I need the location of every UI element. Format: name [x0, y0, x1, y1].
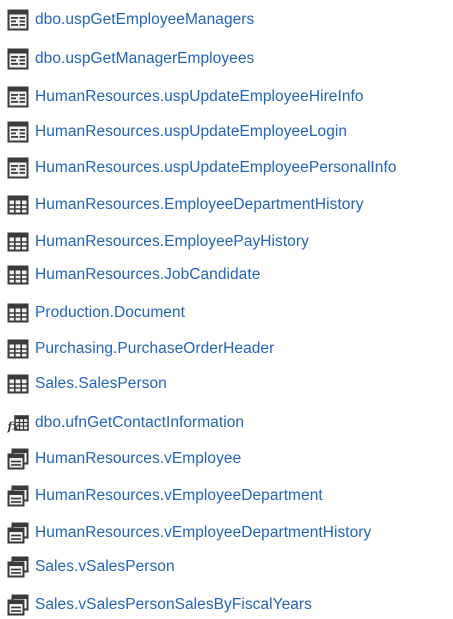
view-icon: [7, 594, 29, 616]
object-link[interactable]: HumanResources.vEmployee: [35, 450, 241, 468]
table-icon: [7, 373, 29, 395]
object-link[interactable]: HumanResources.vEmployeeDepartmentHistor…: [35, 524, 371, 542]
list-item-uspUpdateEmployeePersonalInfo[interactable]: HumanResources.uspUpdateEmployeePersonal…: [7, 156, 397, 180]
stored-procedure-icon: [7, 9, 29, 31]
object-link[interactable]: dbo.uspGetManagerEmployees: [35, 50, 254, 68]
object-link[interactable]: HumanResources.EmployeeDepartmentHistory: [35, 196, 364, 214]
table-icon: [7, 231, 29, 253]
view-icon: [7, 556, 29, 578]
view-icon: [7, 448, 29, 470]
list-item-vSalesPerson[interactable]: Sales.vSalesPerson: [7, 555, 175, 579]
stored-procedure-icon: [7, 121, 29, 143]
list-item-vEmployeeDepartmentHistory[interactable]: HumanResources.vEmployeeDepartmentHistor…: [7, 521, 371, 545]
object-link[interactable]: HumanResources.uspUpdateEmployeePersonal…: [35, 159, 397, 177]
list-item-vEmployeeDepartment[interactable]: HumanResources.vEmployeeDepartment: [7, 484, 323, 508]
dependency-list: dbo.uspGetEmployeeManagers dbo.uspGetMan…: [0, 0, 453, 619]
list-item-uspGetManagerEmployees[interactable]: dbo.uspGetManagerEmployees: [7, 47, 254, 71]
svg-text:fx: fx: [7, 420, 19, 433]
table-icon: [7, 194, 29, 216]
list-item-uspUpdateEmployeeHireInfo[interactable]: HumanResources.uspUpdateEmployeeHireInfo: [7, 85, 364, 109]
list-item-JobCandidate[interactable]: HumanResources.JobCandidate: [7, 263, 260, 287]
object-link[interactable]: Purchasing.PurchaseOrderHeader: [35, 340, 274, 358]
object-link[interactable]: HumanResources.JobCandidate: [35, 266, 260, 284]
object-link[interactable]: dbo.ufnGetContactInformation: [35, 414, 244, 432]
list-item-EmployeePayHistory[interactable]: HumanResources.EmployeePayHistory: [7, 230, 309, 254]
table-icon: [7, 338, 29, 360]
object-link[interactable]: Production.Document: [35, 304, 185, 322]
list-item-ufnGetContactInformation[interactable]: fx dbo.ufnGetContactInformation: [7, 411, 244, 435]
list-item-vSalesPersonSalesByFiscalYears[interactable]: Sales.vSalesPersonSalesByFiscalYears: [7, 593, 312, 617]
table-icon: [7, 264, 29, 286]
list-item-uspUpdateEmployeeLogin[interactable]: HumanResources.uspUpdateEmployeeLogin: [7, 120, 347, 144]
object-link[interactable]: HumanResources.uspUpdateEmployeeLogin: [35, 123, 347, 141]
object-link[interactable]: dbo.uspGetEmployeeManagers: [35, 11, 254, 29]
stored-procedure-icon: [7, 157, 29, 179]
list-item-PurchaseOrderHeader[interactable]: Purchasing.PurchaseOrderHeader: [7, 337, 274, 361]
stored-procedure-icon: [7, 86, 29, 108]
list-item-vEmployee[interactable]: HumanResources.vEmployee: [7, 447, 241, 471]
object-link[interactable]: HumanResources.vEmployeeDepartment: [35, 487, 323, 505]
list-item-ProductionDocument[interactable]: Production.Document: [7, 301, 185, 325]
stored-procedure-icon: [7, 48, 29, 70]
object-link[interactable]: HumanResources.EmployeePayHistory: [35, 233, 309, 251]
object-link[interactable]: Sales.vSalesPersonSalesByFiscalYears: [35, 596, 312, 614]
list-item-SalesPerson[interactable]: Sales.SalesPerson: [7, 372, 167, 396]
list-item-EmployeeDepartmentHistory[interactable]: HumanResources.EmployeeDepartmentHistory: [7, 193, 364, 217]
view-icon: [7, 485, 29, 507]
object-link[interactable]: HumanResources.uspUpdateEmployeeHireInfo: [35, 88, 364, 106]
view-icon: [7, 522, 29, 544]
table-icon: [7, 302, 29, 324]
table-function-icon: fx: [7, 412, 29, 434]
object-link[interactable]: Sales.vSalesPerson: [35, 558, 175, 576]
object-link[interactable]: Sales.SalesPerson: [35, 375, 167, 393]
list-item-uspGetEmployeeManagers[interactable]: dbo.uspGetEmployeeManagers: [7, 8, 254, 32]
